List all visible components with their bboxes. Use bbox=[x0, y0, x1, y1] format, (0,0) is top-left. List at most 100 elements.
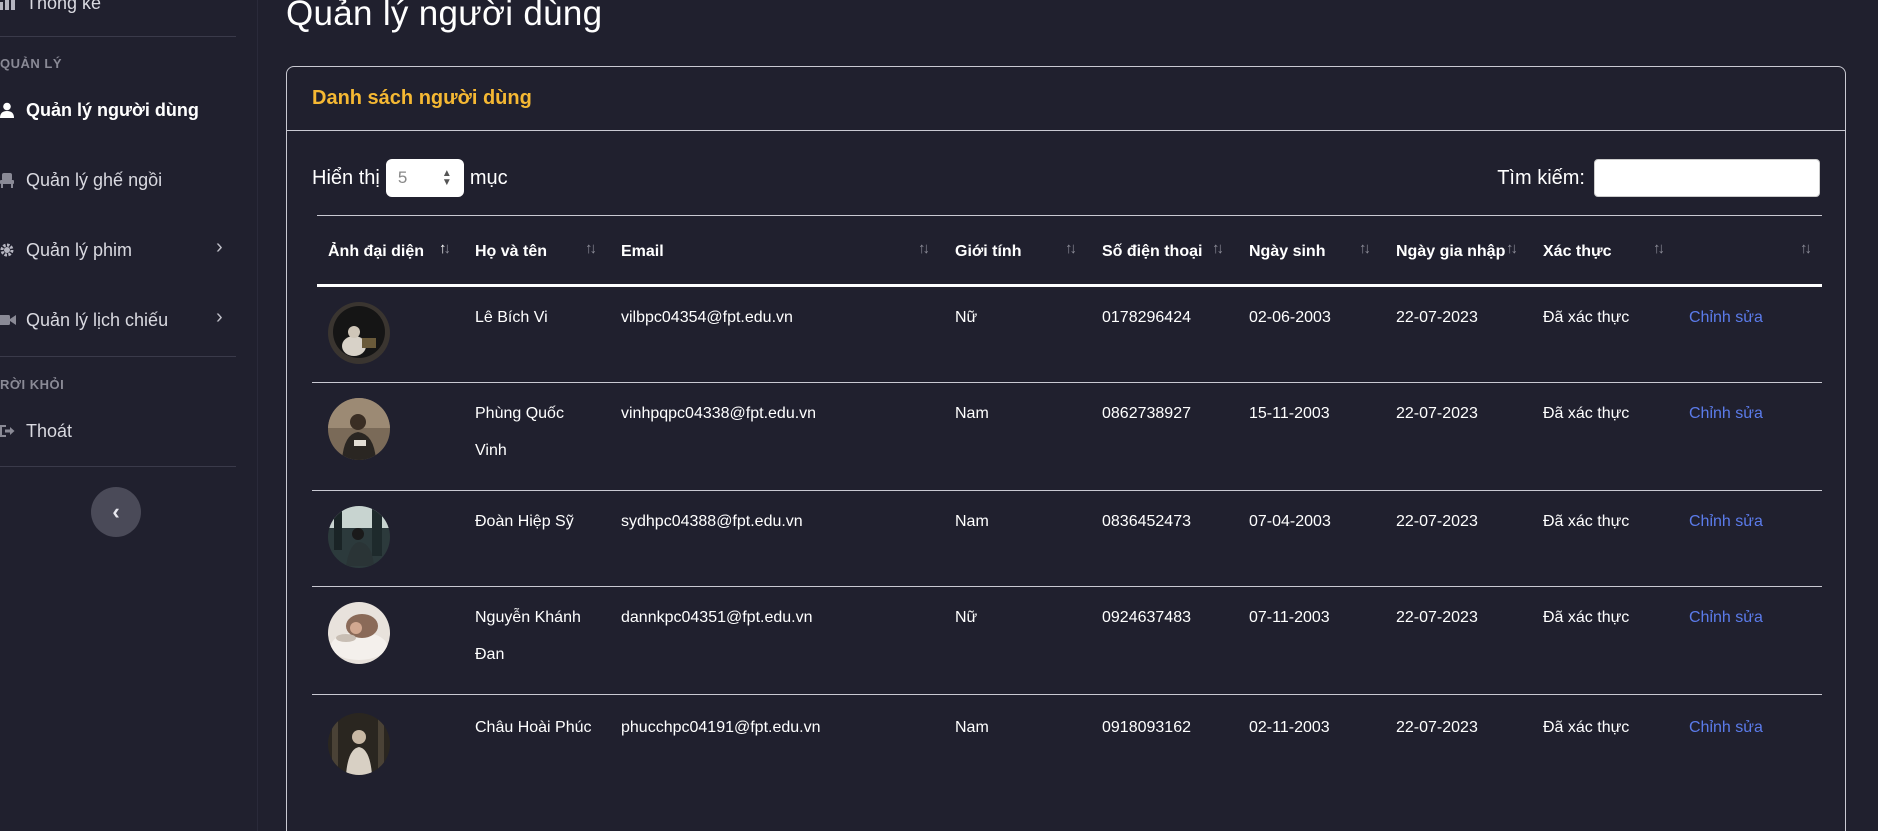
column-header-avatar[interactable]: Ảnh đại diện bbox=[328, 216, 424, 288]
user-verified: Đã xác thực bbox=[1543, 513, 1630, 530]
sort-icon[interactable]: ↑↓ bbox=[1506, 240, 1518, 257]
column-header-email[interactable]: Email bbox=[621, 216, 664, 288]
user-verified: Đã xác thực bbox=[1543, 405, 1630, 422]
column-header-verified[interactable]: Xác thực bbox=[1543, 216, 1612, 288]
user-dob: 07-11-2003 bbox=[1249, 609, 1330, 626]
table-header: Ảnh đại diện ↑↓ Họ và tên ↑↓ Email ↑↓ Gi… bbox=[317, 215, 1822, 287]
user-verified: Đã xác thực bbox=[1543, 719, 1630, 736]
sidebar-item-logout[interactable]: Thoát bbox=[0, 416, 72, 446]
column-header-name[interactable]: Họ và tên bbox=[475, 216, 547, 288]
avatar bbox=[328, 302, 390, 364]
sidebar-section-exit: RỜI KHỎI bbox=[0, 377, 65, 392]
avatar bbox=[328, 602, 390, 664]
card-header: Danh sách người dùng bbox=[287, 67, 1845, 131]
sidebar-item-label: Thống kê bbox=[26, 0, 102, 13]
length-prefix: Hiển thị bbox=[312, 166, 380, 189]
user-gender: Nữ bbox=[955, 309, 978, 326]
user-gender: Nữ bbox=[955, 609, 978, 626]
user-joined: 22-07-2023 bbox=[1396, 405, 1478, 422]
sidebar-item-seats[interactable]: Quản lý ghế ngồi bbox=[0, 165, 162, 195]
sort-icon[interactable]: ↑↓ bbox=[1800, 240, 1812, 257]
column-header-dob[interactable]: Ngày sinh bbox=[1249, 216, 1325, 288]
chevron-right-icon[interactable]: › bbox=[216, 236, 223, 259]
edit-link[interactable]: Chỉnh sửa bbox=[1689, 299, 1763, 336]
user-dob: 02-06-2003 bbox=[1249, 309, 1331, 326]
user-gender: Nam bbox=[955, 719, 989, 736]
column-header-joined[interactable]: Ngày gia nhập bbox=[1396, 216, 1505, 288]
sidebar-section-manage: QUẢN LÝ bbox=[0, 56, 62, 71]
video-camera-icon bbox=[0, 311, 16, 329]
user-verified: Đã xác thực bbox=[1543, 309, 1630, 326]
sidebar-item-label: Thoát bbox=[26, 420, 73, 441]
logout-icon bbox=[0, 422, 16, 440]
edit-link[interactable]: Chỉnh sửa bbox=[1689, 395, 1763, 432]
sidebar-item-label: Quản lý người dùng bbox=[26, 99, 199, 120]
card-title: Danh sách người dùng bbox=[312, 87, 532, 109]
user-email: vilbpc04354@fpt.edu.vn bbox=[621, 309, 793, 326]
table-row: Phùng Quốc Vinh vinhpqpc04338@fpt.edu.vn … bbox=[312, 383, 1822, 491]
edit-link[interactable]: Chỉnh sửa bbox=[1689, 503, 1763, 540]
sort-icon[interactable]: ↑↓ bbox=[1359, 240, 1371, 257]
sort-icon[interactable]: ↑↓ bbox=[1065, 240, 1077, 257]
page-length-control: Hiển thị 5 ▲ ▼ mục bbox=[312, 159, 508, 197]
user-email: dannkpc04351@fpt.edu.vn bbox=[621, 609, 813, 626]
user-dob: 02-11-2003 bbox=[1249, 719, 1330, 736]
users-card: Danh sách người dùng Hiển thị 5 ▲ ▼ mục T… bbox=[286, 66, 1846, 831]
sidebar-item-stats[interactable]: Thống kê bbox=[0, 0, 101, 18]
user-phone: 0862738927 bbox=[1102, 405, 1191, 422]
sidebar-divider bbox=[0, 356, 236, 357]
chart-icon bbox=[0, 0, 16, 12]
page-length-value: 5 bbox=[397, 168, 408, 187]
user-name: Đoàn Hiệp Sỹ bbox=[475, 513, 574, 530]
page-length-select[interactable]: 5 ▲ ▼ bbox=[385, 159, 464, 197]
avatar bbox=[328, 398, 390, 460]
chevron-right-icon[interactable]: › bbox=[216, 306, 223, 329]
column-header-phone[interactable]: Số điện thoại bbox=[1102, 216, 1202, 288]
table-controls: Hiển thị 5 ▲ ▼ mục Tìm kiếm: bbox=[312, 159, 1820, 199]
sort-icon[interactable]: ↑↓ bbox=[1212, 240, 1224, 257]
search-label: Tìm kiếm: bbox=[1497, 166, 1585, 189]
user-email: sydhpc04388@fpt.edu.vn bbox=[621, 513, 803, 530]
user-phone: 0918093162 bbox=[1102, 719, 1191, 736]
sidebar-item-movies[interactable]: Quản lý phim bbox=[0, 235, 132, 265]
user-joined: 22-07-2023 bbox=[1396, 513, 1478, 530]
user-joined: 22-07-2023 bbox=[1396, 719, 1478, 736]
table-row: Châu Hoài Phúc phucchpc04191@fpt.edu.vn … bbox=[312, 695, 1822, 791]
column-header-gender[interactable]: Giới tính bbox=[955, 216, 1021, 288]
user-name: Nguyễn Khánh Đan bbox=[475, 609, 581, 663]
sort-icon[interactable]: ↑↓ bbox=[585, 240, 597, 257]
sidebar-item-label: Quản lý lịch chiếu bbox=[26, 309, 169, 330]
user-name: Phùng Quốc Vinh bbox=[475, 405, 564, 459]
search-control: Tìm kiếm: bbox=[1497, 159, 1820, 197]
users-table: Ảnh đại diện ↑↓ Họ và tên ↑↓ Email ↑↓ Gi… bbox=[312, 215, 1822, 791]
sort-icon[interactable]: ↑↓ bbox=[918, 240, 930, 257]
avatar bbox=[328, 506, 390, 568]
user-phone: 0178296424 bbox=[1102, 309, 1191, 326]
user-joined: 22-07-2023 bbox=[1396, 309, 1478, 326]
sort-icon[interactable]: ↑↓ bbox=[439, 240, 451, 257]
page-title: Quản lý người dùng bbox=[286, 0, 603, 33]
sidebar-item-label: Quản lý phim bbox=[26, 239, 133, 260]
search-input[interactable] bbox=[1594, 159, 1820, 197]
user-phone: 0836452473 bbox=[1102, 513, 1191, 530]
user-email: phucchpc04191@fpt.edu.vn bbox=[621, 719, 821, 736]
sidebar-item-showtimes[interactable]: Quản lý lịch chiếu bbox=[0, 305, 168, 335]
user-dob: 15-11-2003 bbox=[1249, 405, 1330, 422]
sidebar: Thống kê QUẢN LÝ Quản lý người dùng Quản… bbox=[0, 0, 258, 831]
user-dob: 07-04-2003 bbox=[1249, 513, 1331, 530]
sidebar-item-users[interactable]: Quản lý người dùng bbox=[0, 95, 199, 125]
edit-link[interactable]: Chỉnh sửa bbox=[1689, 599, 1763, 636]
user-joined: 22-07-2023 bbox=[1396, 609, 1478, 626]
edit-link[interactable]: Chỉnh sửa bbox=[1689, 709, 1763, 746]
sidebar-divider bbox=[0, 466, 236, 467]
chevron-left-icon: ‹ bbox=[112, 499, 120, 524]
sidebar-collapse-button[interactable]: ‹ bbox=[91, 487, 141, 537]
chair-icon bbox=[0, 171, 16, 189]
user-gender: Nam bbox=[955, 405, 989, 422]
user-verified: Đã xác thực bbox=[1543, 609, 1630, 626]
length-suffix: mục bbox=[469, 166, 508, 189]
user-phone: 0924637483 bbox=[1102, 609, 1191, 626]
sort-icon[interactable]: ↑↓ bbox=[1653, 240, 1665, 257]
user-name: Châu Hoài Phúc bbox=[475, 719, 592, 736]
table-row: Đoàn Hiệp Sỹ sydhpc04388@fpt.edu.vn Nam … bbox=[312, 491, 1822, 587]
